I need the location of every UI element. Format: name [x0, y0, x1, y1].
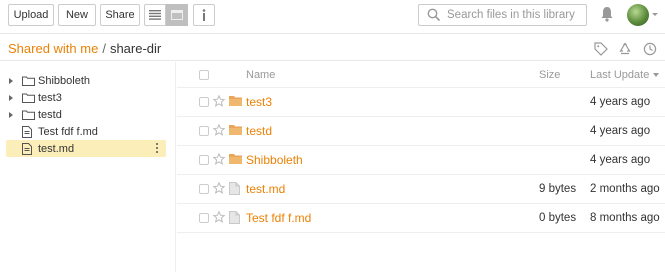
breadcrumb: Shared with me / share-dir	[8, 41, 161, 56]
folder-icon	[229, 125, 242, 135]
star-icon[interactable]	[213, 153, 225, 165]
tree-item-label: testd	[38, 108, 62, 121]
tree-item-label: Test fdf f.md	[38, 125, 98, 138]
file-icon	[22, 125, 38, 138]
file-updated: 4 years ago	[590, 125, 651, 137]
search-input[interactable]: Search files in this library	[418, 4, 587, 26]
upload-button[interactable]: Upload	[8, 4, 54, 26]
folder-icon	[22, 76, 38, 86]
history-icon[interactable]	[643, 42, 657, 56]
directory-tree: Shibboleth test3 testd Test fdf f.md tes…	[0, 62, 176, 272]
file-icon	[229, 211, 240, 224]
table-row[interactable]: Shibboleth 4 years ago	[177, 146, 665, 175]
star-icon[interactable]	[213, 182, 225, 194]
share-button[interactable]: Share	[100, 4, 140, 26]
bell-icon[interactable]	[600, 6, 614, 22]
path-bar: Shared with me / share-dir	[0, 33, 665, 61]
folder-icon	[22, 93, 38, 103]
file-updated: 4 years ago	[590, 96, 651, 108]
folder-icon	[22, 110, 38, 120]
more-options-icon[interactable]	[156, 143, 158, 153]
avatar[interactable]	[627, 4, 649, 26]
list-view-button[interactable]	[144, 4, 166, 26]
expand-arrow-icon[interactable]	[6, 94, 16, 101]
table-header: Name Size Last Update	[177, 62, 665, 88]
tree-item-label: test.md	[38, 142, 75, 155]
folder-icon	[229, 154, 242, 164]
info-button[interactable]	[193, 4, 215, 26]
new-button[interactable]: New	[58, 4, 96, 26]
star-icon[interactable]	[213, 211, 225, 223]
tree-item-label: test3	[38, 91, 62, 104]
breadcrumb-separator: /	[102, 41, 106, 56]
row-checkbox[interactable]	[199, 97, 209, 107]
file-name-link[interactable]: Shibboleth	[246, 153, 303, 167]
search-placeholder: Search files in this library	[447, 9, 575, 21]
breadcrumb-current: share-dir	[109, 41, 162, 56]
info-icon	[202, 9, 206, 21]
search-icon	[427, 8, 441, 22]
tree-item-testd[interactable]: testd	[6, 106, 166, 123]
column-view-button[interactable]	[166, 4, 188, 26]
table-row[interactable]: testd 4 years ago	[177, 117, 665, 146]
file-size: 0 bytes	[539, 212, 577, 224]
avatar-menu-caret-icon[interactable]	[652, 13, 658, 16]
file-icon	[22, 142, 38, 155]
file-size: 9 bytes	[539, 183, 577, 195]
star-icon[interactable]	[213, 124, 225, 136]
row-checkbox[interactable]	[199, 213, 209, 223]
recycle-icon[interactable]	[618, 42, 632, 56]
file-name-link[interactable]: test3	[246, 95, 272, 109]
column-header-name[interactable]: Name	[246, 69, 275, 81]
row-checkbox[interactable]	[199, 184, 209, 194]
table-row[interactable]: Test fdf f.md 0 bytes 8 months ago	[177, 204, 665, 233]
list-view-icon	[149, 10, 161, 20]
file-name-link[interactable]: testd	[246, 124, 272, 138]
column-header-last-update[interactable]: Last Update	[590, 69, 660, 81]
file-updated: 4 years ago	[590, 154, 651, 166]
file-name-link[interactable]: test.md	[246, 182, 285, 196]
sort-desc-icon	[653, 73, 660, 78]
row-checkbox[interactable]	[199, 155, 209, 165]
file-updated: 8 months ago	[590, 212, 660, 224]
grid-view-icon	[171, 10, 183, 20]
tree-item-test3[interactable]: test3	[6, 89, 166, 106]
tree-item-test-fdf-f-md[interactable]: Test fdf f.md	[6, 123, 166, 140]
breadcrumb-shared-with-me[interactable]: Shared with me	[8, 41, 98, 56]
expand-arrow-icon[interactable]	[6, 77, 16, 84]
file-name-link[interactable]: Test fdf f.md	[246, 211, 311, 225]
row-checkbox[interactable]	[199, 126, 209, 136]
file-updated: 2 months ago	[590, 183, 660, 195]
column-header-size[interactable]: Size	[539, 69, 560, 81]
select-all-checkbox[interactable]	[199, 70, 209, 80]
tag-icon[interactable]	[594, 42, 608, 56]
expand-arrow-icon[interactable]	[6, 111, 16, 118]
tree-item-label: Shibboleth	[38, 74, 90, 87]
tree-item-shibboleth[interactable]: Shibboleth	[6, 72, 166, 89]
table-row[interactable]: test3 4 years ago	[177, 88, 665, 117]
file-icon	[229, 182, 240, 195]
star-icon[interactable]	[213, 95, 225, 107]
top-toolbar: Upload New Share Search files in this li…	[0, 0, 665, 32]
table-row[interactable]: test.md 9 bytes 2 months ago	[177, 175, 665, 204]
folder-icon	[229, 96, 242, 106]
tree-item-test-md[interactable]: test.md	[6, 140, 166, 157]
